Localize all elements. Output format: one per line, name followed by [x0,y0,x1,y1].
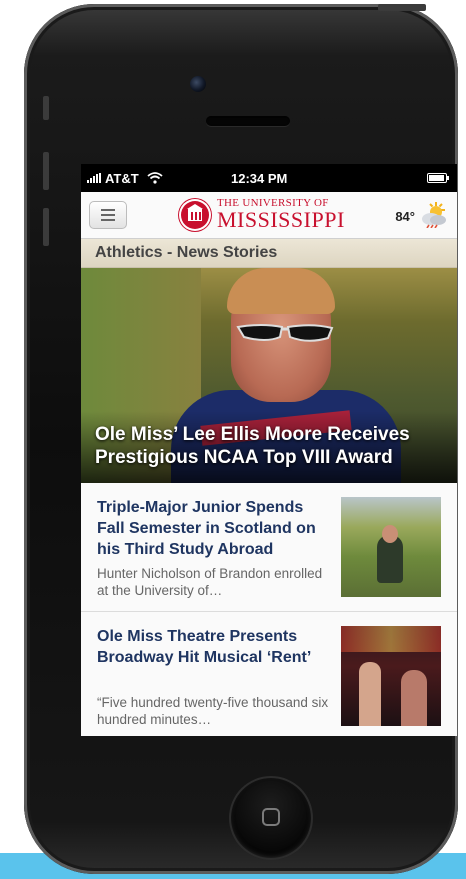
sunglasses-graphic [236,324,334,342]
university-logo[interactable]: THE UNIVERSITY OF MISSISSIPPI [181,198,345,231]
home-button[interactable] [229,776,313,860]
hamburger-icon [101,209,115,211]
phone-frame: AT&T 12:34 PM THE UNIVERSITY OF MISSISSI… [24,4,458,874]
signal-icon [87,173,101,183]
hero-story[interactable]: Ole Miss’ Lee Ellis Moore Receives Prest… [81,268,457,483]
section-title: Athletics - News Stories [81,239,457,268]
list-item[interactable]: Triple-Major Junior Spends Fall Semester… [81,483,457,612]
earpiece-speaker [206,116,290,126]
volume-up-button[interactable] [43,152,49,190]
carrier-label: AT&T [105,170,139,186]
status-bar: AT&T 12:34 PM [81,164,457,192]
mute-switch[interactable] [43,96,49,120]
temperature-readout: 84° [395,209,415,224]
menu-button[interactable] [89,201,127,229]
news-summary: “Five hundred twenty-five thousand six h… [97,695,329,727]
power-button[interactable] [378,4,426,11]
news-title[interactable]: Triple-Major Junior Spends Fall Semester… [97,497,333,560]
volume-down-button[interactable] [43,208,49,246]
partly-cloudy-icon[interactable] [419,200,449,228]
home-square-icon [262,808,280,826]
wifi-icon [147,172,163,184]
news-thumbnail[interactable] [341,497,441,597]
front-camera [190,76,206,92]
status-clock: 12:34 PM [231,171,288,186]
news-thumbnail[interactable] [341,626,441,726]
logo-main-text: MISSISSIPPI [217,207,345,232]
battery-icon [427,173,449,183]
hero-title[interactable]: Ole Miss’ Lee Ellis Moore Receives Prest… [95,423,445,469]
news-title[interactable]: Ole Miss Theatre Presents Broadway Hit M… [97,626,333,668]
university-seal-icon [181,200,209,229]
news-summary: Hunter Nicholson of Brandon enrolled at … [97,566,323,598]
app-header: THE UNIVERSITY OF MISSISSIPPI 84° [81,192,457,239]
app-screen: AT&T 12:34 PM THE UNIVERSITY OF MISSISSI… [81,164,457,736]
list-item[interactable]: Ole Miss Theatre Presents Broadway Hit M… [81,612,457,736]
